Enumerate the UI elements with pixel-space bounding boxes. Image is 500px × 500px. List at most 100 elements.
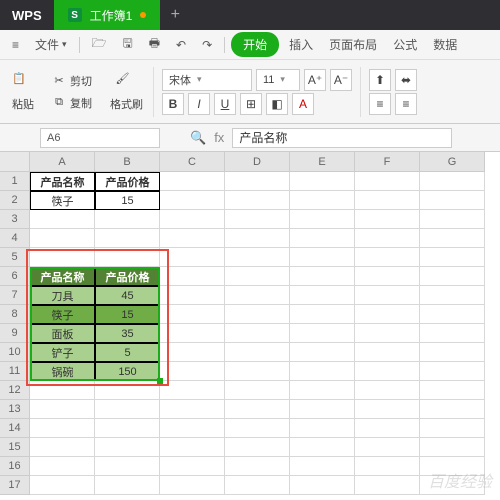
- row-header[interactable]: 16: [0, 457, 30, 476]
- cell[interactable]: [160, 324, 225, 343]
- cell[interactable]: [290, 476, 355, 495]
- cell[interactable]: [225, 457, 290, 476]
- file-menu[interactable]: 文件▾: [29, 32, 73, 57]
- row-header[interactable]: 17: [0, 476, 30, 495]
- name-box[interactable]: A6: [40, 128, 160, 148]
- col-header[interactable]: B: [95, 152, 160, 172]
- cell[interactable]: [30, 400, 95, 419]
- font-size-selector[interactable]: 11▾: [256, 69, 300, 91]
- cell[interactable]: [95, 457, 160, 476]
- cell[interactable]: [420, 286, 485, 305]
- col-header[interactable]: F: [355, 152, 420, 172]
- border-button[interactable]: ⊞: [240, 93, 262, 115]
- new-tab-button[interactable]: +: [160, 0, 190, 30]
- cell[interactable]: [355, 286, 420, 305]
- cell[interactable]: 5: [95, 343, 160, 362]
- cell[interactable]: [160, 210, 225, 229]
- cell[interactable]: [290, 381, 355, 400]
- cell[interactable]: [95, 438, 160, 457]
- bold-button[interactable]: B: [162, 93, 184, 115]
- col-header[interactable]: D: [225, 152, 290, 172]
- cell[interactable]: [355, 210, 420, 229]
- cell[interactable]: [160, 172, 225, 191]
- tab-start[interactable]: 开始: [231, 32, 279, 57]
- cell[interactable]: [420, 248, 485, 267]
- cell[interactable]: [95, 381, 160, 400]
- redo-icon[interactable]: ↷: [196, 34, 218, 56]
- cell[interactable]: [30, 381, 95, 400]
- row-header[interactable]: 9: [0, 324, 30, 343]
- cell[interactable]: [290, 305, 355, 324]
- workbook-tab[interactable]: S 工作簿1: [54, 0, 161, 30]
- cell[interactable]: [355, 191, 420, 210]
- row-header[interactable]: 7: [0, 286, 30, 305]
- row-header[interactable]: 11: [0, 362, 30, 381]
- cell[interactable]: [355, 229, 420, 248]
- cell[interactable]: [355, 267, 420, 286]
- cell[interactable]: [355, 362, 420, 381]
- cell[interactable]: [420, 210, 485, 229]
- row-header[interactable]: 15: [0, 438, 30, 457]
- cell[interactable]: [30, 419, 95, 438]
- cell[interactable]: [30, 476, 95, 495]
- cell[interactable]: [160, 267, 225, 286]
- cell[interactable]: [160, 343, 225, 362]
- cell[interactable]: [160, 191, 225, 210]
- cell[interactable]: [225, 229, 290, 248]
- cell[interactable]: 35: [95, 324, 160, 343]
- cell[interactable]: [225, 267, 290, 286]
- cell[interactable]: [355, 305, 420, 324]
- row-header[interactable]: 4: [0, 229, 30, 248]
- cell[interactable]: 刀具: [30, 286, 95, 305]
- row-header[interactable]: 13: [0, 400, 30, 419]
- italic-button[interactable]: I: [188, 93, 210, 115]
- cell[interactable]: [160, 476, 225, 495]
- cell[interactable]: [160, 362, 225, 381]
- underline-button[interactable]: U: [214, 93, 236, 115]
- cell[interactable]: [160, 286, 225, 305]
- increase-font-button[interactable]: A⁺: [304, 69, 326, 91]
- row-header[interactable]: 3: [0, 210, 30, 229]
- cell[interactable]: [420, 419, 485, 438]
- align-top-button[interactable]: ⬆: [369, 69, 391, 91]
- cell[interactable]: [225, 343, 290, 362]
- font-color-button[interactable]: A: [292, 93, 314, 115]
- cell[interactable]: [420, 438, 485, 457]
- tab-data[interactable]: 数据: [427, 32, 463, 57]
- cell[interactable]: [290, 248, 355, 267]
- cell[interactable]: [420, 362, 485, 381]
- cell[interactable]: [420, 229, 485, 248]
- tab-layout[interactable]: 页面布局: [323, 32, 383, 57]
- cell[interactable]: [420, 324, 485, 343]
- cell[interactable]: [420, 343, 485, 362]
- col-header[interactable]: C: [160, 152, 225, 172]
- cell[interactable]: [95, 400, 160, 419]
- copy-button[interactable]: ⧉复制: [48, 93, 96, 113]
- cell[interactable]: 锅碗: [30, 362, 95, 381]
- cell[interactable]: [290, 286, 355, 305]
- cell[interactable]: [225, 286, 290, 305]
- cell[interactable]: [160, 248, 225, 267]
- cell[interactable]: 铲子: [30, 343, 95, 362]
- col-header[interactable]: E: [290, 152, 355, 172]
- cell[interactable]: [225, 248, 290, 267]
- cell[interactable]: [30, 457, 95, 476]
- cell[interactable]: 产品名称: [30, 267, 95, 286]
- cell[interactable]: [355, 324, 420, 343]
- cell[interactable]: [225, 476, 290, 495]
- app-menu-icon[interactable]: ≡: [6, 34, 25, 56]
- cell[interactable]: [420, 267, 485, 286]
- row-header[interactable]: 12: [0, 381, 30, 400]
- cell[interactable]: 产品名称: [30, 172, 95, 191]
- cell[interactable]: [355, 476, 420, 495]
- align-left-button[interactable]: ≡: [369, 93, 391, 115]
- cell[interactable]: [225, 419, 290, 438]
- cell[interactable]: 45: [95, 286, 160, 305]
- cell[interactable]: [290, 400, 355, 419]
- cell[interactable]: 产品价格: [95, 172, 160, 191]
- cell[interactable]: [225, 210, 290, 229]
- select-all-corner[interactable]: [0, 152, 30, 172]
- cell[interactable]: [290, 438, 355, 457]
- cell[interactable]: [290, 343, 355, 362]
- cell[interactable]: [160, 229, 225, 248]
